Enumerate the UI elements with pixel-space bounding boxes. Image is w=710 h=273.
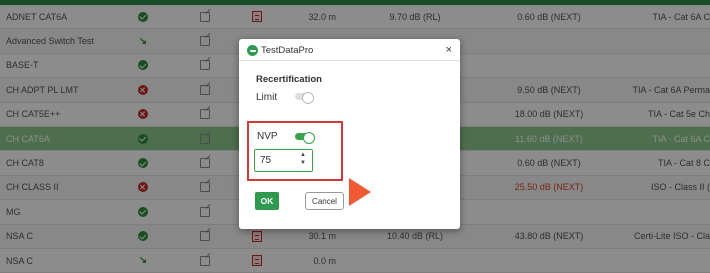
chevron-down-icon[interactable]: ▼ <box>299 160 307 167</box>
arrow-pointer-icon <box>349 178 371 206</box>
cancel-button[interactable]: Cancel <box>305 192 344 210</box>
dialog-title-bar: TestDataPro <box>247 45 313 56</box>
nvp-input[interactable]: 75 ▲ ▼ <box>254 149 313 172</box>
title-divider <box>239 60 460 61</box>
dialog-title: TestDataPro <box>261 45 314 56</box>
chevron-up-icon[interactable]: ▲ <box>299 152 307 159</box>
ok-button[interactable]: OK <box>255 192 279 210</box>
nvp-highlight-box: NVP 75 ▲ ▼ <box>247 121 343 181</box>
nvp-toggle[interactable] <box>295 131 315 144</box>
nvp-label: NVP <box>257 131 278 142</box>
limit-toggle[interactable] <box>295 91 314 104</box>
app-logo-icon <box>247 45 258 56</box>
close-icon[interactable]: × <box>446 44 452 56</box>
nvp-stepper[interactable]: ▲ ▼ <box>299 152 307 168</box>
limit-label: Limit <box>256 92 278 103</box>
nvp-value: 75 <box>260 155 272 166</box>
recertification-heading: Recertification <box>256 74 322 85</box>
